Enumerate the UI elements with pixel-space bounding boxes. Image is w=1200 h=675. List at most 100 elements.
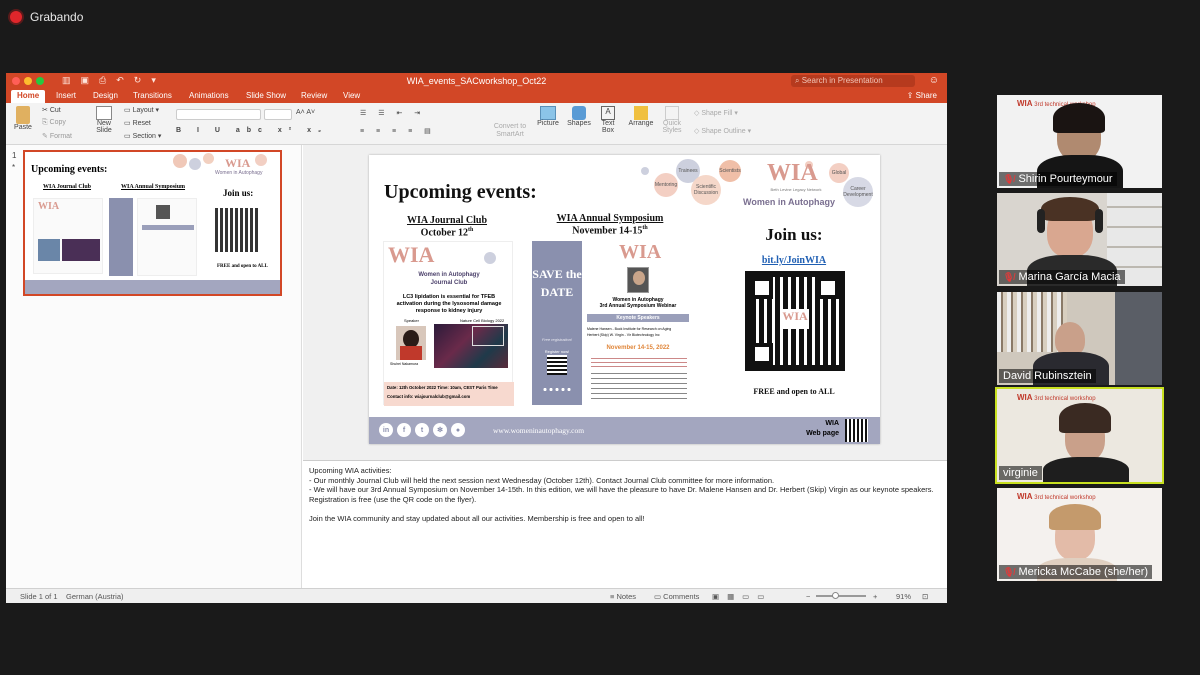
arrange-button[interactable]: Arrange — [628, 106, 654, 127]
shapes-button[interactable]: Shapes — [566, 106, 592, 127]
participant-tile-active-speaker[interactable]: WIA 3rd technical workshop virginie — [995, 387, 1164, 484]
sym-date-sup: th — [642, 225, 648, 231]
footer-url: www.womeninautophagy.com — [493, 426, 585, 435]
slide-number: 1 — [12, 151, 17, 160]
participant-tile[interactable]: David Rubinsztein — [997, 292, 1162, 385]
jc-date-sup: th — [467, 227, 474, 233]
jc-flyer-sub: Journal Club — [430, 280, 468, 286]
zoom-out-button[interactable]: − — [806, 592, 810, 601]
zoom-in-button[interactable]: + — [873, 592, 877, 601]
bubble-scientific-discussion: Scientific Discussion — [691, 175, 721, 205]
muted-mic-icon: 🎙︎̸ — [1003, 271, 1015, 282]
tab-home[interactable]: Home — [11, 90, 46, 103]
picture-label: Picture — [537, 120, 559, 127]
workshop-banner: WIA 3rd technical workshop — [1017, 492, 1096, 501]
thumb-free: FREE and open to ALL — [217, 264, 268, 269]
paste-label: Paste — [14, 124, 32, 131]
tab-view[interactable]: View — [343, 91, 360, 100]
align-buttons[interactable]: ≡ ≡ ≡ ≡ ▤ — [360, 127, 436, 135]
jc-date: October 12th — [397, 227, 497, 238]
record-icon — [10, 11, 22, 23]
free-registration: Free registration! — [541, 337, 573, 342]
tab-review[interactable]: Review — [301, 91, 327, 100]
notes-button[interactable]: ≡ Notes — [610, 592, 636, 601]
participant-hair — [1041, 197, 1099, 221]
format-buttons[interactable]: B I U abc x² x₂ — [176, 127, 328, 134]
zoom-slider[interactable] — [816, 595, 866, 597]
copy-label: Copy — [49, 119, 66, 126]
bubble-career-development: Career Development — [843, 177, 873, 207]
footer-web-1: WIA — [825, 420, 839, 427]
view-buttons[interactable]: ▣▦▭▭ — [712, 592, 772, 601]
participant-tile[interactable]: WIA 3rd technical workshop 🎙︎̸ Mericka Mc… — [997, 488, 1162, 581]
keynote-1: Malene Hansen - Buck Institute for Resea… — [587, 327, 672, 331]
tab-design[interactable]: Design — [93, 91, 118, 100]
notes-line: - Our monthly Journal Club will held the… — [309, 475, 775, 485]
paste-button[interactable]: Paste — [12, 106, 34, 131]
picture-button[interactable]: Picture — [536, 106, 560, 127]
shape-outline-button[interactable]: ◇ Shape Outline ▾ — [694, 127, 751, 135]
font-size-box — [264, 109, 292, 120]
ribbon: Paste ✂ Cut ⎘ Copy ✎ Format New Slide ▭ … — [6, 103, 947, 145]
qr-logo: WIA — [781, 309, 809, 329]
feedback-icon[interactable]: ☺ — [929, 75, 939, 86]
list-buttons[interactable]: ☰ ☰ ⇤ ⇥ — [360, 109, 425, 117]
share-button[interactable]: ⇪ Share — [907, 91, 937, 100]
layout-label: Layout — [132, 107, 154, 114]
linkedin-icon: in — [379, 423, 393, 437]
footer-web-2: Web page — [806, 430, 839, 437]
slide-canvas[interactable]: Upcoming events: Mentoring Trainees Scie… — [369, 155, 880, 444]
jc-flyer-contact: Contact info: wiajournalclub@gmail.com — [387, 394, 471, 399]
font-size-buttons[interactable]: A˄ A˅ — [296, 109, 315, 116]
tab-insert[interactable]: Insert — [56, 91, 76, 100]
format-button[interactable]: ✎ Format — [42, 132, 72, 140]
jc-flyer-logo: WIA — [388, 242, 435, 267]
thumb-qr-code — [215, 208, 259, 252]
slide-thumbnail-pane: 1 * Upcoming events: WIA Women in Autoph… — [6, 145, 302, 588]
participant-hair — [1053, 103, 1105, 133]
tab-slide-show[interactable]: Slide Show — [246, 91, 286, 100]
zoom-handle[interactable] — [832, 592, 839, 599]
quick-styles-button[interactable]: Quick Styles — [660, 106, 684, 134]
participant-name: virginie — [999, 466, 1042, 480]
participant-hair — [1049, 504, 1101, 530]
thumb-save-date — [109, 198, 133, 276]
comments-button[interactable]: ▭ Comments — [654, 592, 699, 601]
keynote-speakers-bar: Keynote Speakers — [587, 314, 689, 322]
cut-button[interactable]: ✂ Cut — [42, 106, 61, 114]
shape-fill-button[interactable]: ◇ Shape Fill ▾ — [694, 109, 738, 117]
convert-smartart-button[interactable]: Convert to SmartArt — [492, 123, 528, 139]
fit-window-icon[interactable]: ⊡ — [922, 592, 928, 601]
font-size-select[interactable] — [264, 109, 292, 122]
shapes-icon — [572, 106, 586, 120]
language[interactable]: German (Austria) — [66, 592, 124, 601]
text-box-button[interactable]: A Text Box — [598, 106, 618, 134]
layout-button[interactable]: ▭ Layout ▾ — [124, 106, 159, 114]
new-slide-button[interactable]: New Slide — [92, 106, 116, 134]
jc-flyer-person: Shuhei Nakamura — [390, 362, 419, 366]
participant-tile[interactable]: WIA 3rd technical workshop 🎙︎̸Shirin Pou… — [997, 95, 1162, 188]
qr-finder — [751, 277, 773, 299]
thumb-join: Join us: — [223, 188, 254, 198]
notes-line — [309, 504, 941, 514]
participant-name-text: Shirin Pourteymour — [1018, 173, 1113, 185]
save-the-date-text: SAVE the DATE — [532, 267, 582, 299]
participant-tile[interactable]: 🎙︎̸ Marina García Macia — [997, 193, 1162, 286]
thumb-keynote-bar — [142, 225, 194, 230]
reset-button[interactable]: ▭ Reset — [124, 119, 151, 127]
tab-transitions[interactable]: Transitions — [133, 91, 172, 100]
banner-text: 3rd technical workshop — [1034, 396, 1096, 402]
tab-animations[interactable]: Animations — [189, 91, 229, 100]
speaker-notes[interactable]: Upcoming WIA activities: - Our monthly J… — [303, 460, 947, 588]
search-input[interactable]: ⌕ Search in Presentation — [791, 75, 915, 87]
join-link[interactable]: bit.ly/JoinWIA — [739, 255, 849, 266]
section-button[interactable]: ▭ Section ▾ — [124, 132, 161, 140]
wia-logo-sub: Beth Levine Legacy Network — [770, 187, 822, 192]
copy-button[interactable]: ⎘ Copy — [42, 119, 66, 127]
sym-flyer-logo: WIA — [619, 241, 662, 263]
font-select[interactable] — [176, 109, 261, 122]
participant-name: 🎙︎̸ Marina García Macia — [999, 270, 1125, 284]
headphones-icon — [1037, 209, 1045, 233]
slide-thumbnail[interactable]: Upcoming events: WIA Women in Autophagy … — [23, 150, 282, 296]
thumb-jc-logo: WIA — [38, 201, 60, 212]
